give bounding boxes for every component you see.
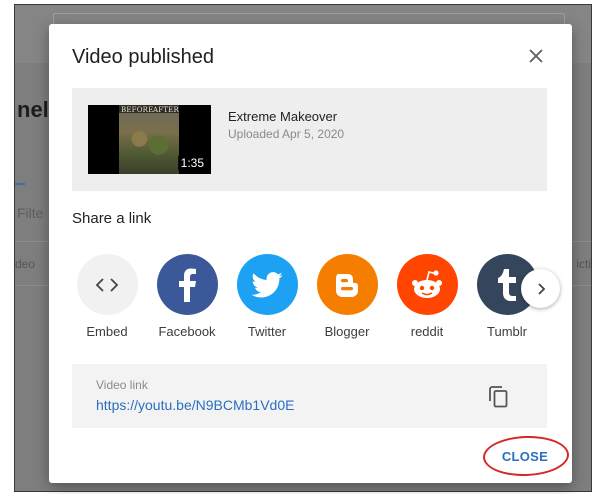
close-dialog-button[interactable] [521, 41, 551, 71]
background-tab-indicator [15, 183, 25, 185]
video-title: Extreme Makeover [228, 109, 338, 124]
share-twitter[interactable]: Twitter [227, 254, 307, 339]
video-link-box: Video link https://youtu.be/N9BCMb1Vd0E [72, 364, 547, 428]
video-published-dialog: Video published BEFORE AFTER 1:35 Extrem… [49, 24, 572, 483]
reddit-icon [396, 254, 458, 315]
twitter-icon [236, 254, 298, 315]
share-embed[interactable]: Embed [67, 254, 147, 339]
share-options-row: Embed Facebook Twitter Blogger reddit Tu… [49, 254, 572, 346]
blogger-icon [316, 254, 378, 315]
background-heading: nel [17, 97, 49, 122]
thumbnail-after-text: AFTER [153, 106, 179, 114]
video-link-label: Video link [96, 378, 148, 392]
share-label-blogger: Blogger [324, 324, 370, 339]
share-label-twitter: Twitter [247, 324, 287, 339]
background-column-header-right: icti [576, 257, 591, 271]
close-icon [529, 49, 543, 63]
share-label-embed: Embed [86, 324, 128, 339]
share-label-facebook: Facebook [158, 324, 216, 339]
video-card: BEFORE AFTER 1:35 Extreme Makeover Uploa… [72, 88, 547, 191]
share-facebook[interactable]: Facebook [147, 254, 227, 339]
video-link-url[interactable]: https://youtu.be/N9BCMb1Vd0E [96, 397, 294, 413]
share-label-tumblr: Tumblr [487, 324, 527, 339]
embed-icon [76, 254, 138, 315]
share-next-button[interactable] [521, 269, 560, 308]
video-thumbnail[interactable]: BEFORE AFTER 1:35 [88, 105, 211, 174]
background-column-header-left: deo [15, 257, 36, 271]
background-filter-text: Filte [17, 205, 44, 221]
share-blogger[interactable]: Blogger [307, 254, 387, 339]
copy-icon [489, 386, 508, 408]
video-upload-date: Uploaded Apr 5, 2020 [228, 127, 345, 141]
thumbnail-before-text: BEFORE [121, 106, 154, 114]
video-duration-badge: 1:35 [177, 155, 207, 171]
share-label-reddit: reddit [410, 324, 444, 339]
copy-link-button[interactable] [486, 384, 512, 410]
thumbnail-image: BEFORE AFTER [119, 105, 179, 174]
share-heading: Share a link [72, 210, 152, 227]
dialog-title: Video published [72, 46, 214, 68]
facebook-icon [156, 254, 218, 315]
share-reddit[interactable]: reddit [387, 254, 467, 339]
chevron-right-icon [537, 282, 545, 295]
